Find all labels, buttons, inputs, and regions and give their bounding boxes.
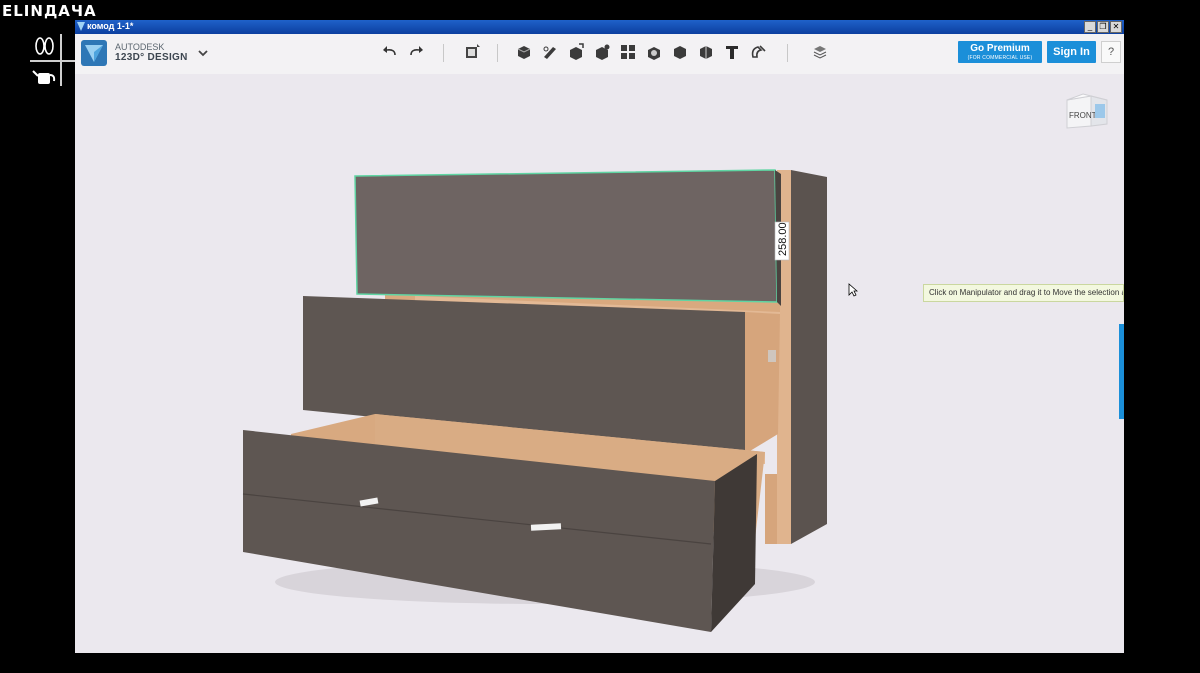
close-button[interactable]: ✕ xyxy=(1110,21,1122,33)
maximize-button[interactable]: ❐ xyxy=(1097,21,1109,33)
sketch-icon[interactable] xyxy=(541,43,559,61)
viewcube-side-face[interactable] xyxy=(1095,104,1105,118)
undo-icon[interactable] xyxy=(381,43,399,61)
chevron-down-icon[interactable] xyxy=(197,48,209,58)
app-window: комод 1-1* _ ❐ ✕ AUTODESK 123D° DESIGN G… xyxy=(75,20,1124,653)
construct-icon[interactable] xyxy=(567,43,585,61)
go-premium-button[interactable]: Go Premium (FOR COMMERCIAL USE) xyxy=(958,41,1042,63)
app-logo-icon xyxy=(77,22,85,31)
redo-icon[interactable] xyxy=(407,43,425,61)
chest-back-edge xyxy=(765,474,777,544)
help-button[interactable]: ? xyxy=(1101,41,1121,63)
toolbar-separator xyxy=(497,44,498,62)
toolbar-separator xyxy=(787,44,788,62)
modify-icon[interactable] xyxy=(593,43,611,61)
transform-icon[interactable] xyxy=(463,43,481,61)
combine-icon[interactable] xyxy=(671,43,689,61)
grouping-icon[interactable] xyxy=(645,43,663,61)
text-icon[interactable] xyxy=(723,43,741,61)
model-scene[interactable]: 258.00 xyxy=(75,74,1124,653)
main-toolbar: AUTODESK 123D° DESIGN Go Premium (FOR CO… xyxy=(75,34,1124,74)
viewcube-front-label: FRONT xyxy=(1069,111,1097,120)
toolbar-separator xyxy=(443,44,444,62)
vendor-name: AUTODESK xyxy=(115,42,165,52)
watering-can-icon xyxy=(32,70,56,84)
go-premium-label: Go Premium xyxy=(970,43,1030,54)
viewcube[interactable]: FRONT xyxy=(1063,88,1111,132)
go-premium-sublabel: (FOR COMMERCIAL USE) xyxy=(967,55,1033,61)
side-panel-toggle[interactable] xyxy=(1119,324,1124,419)
flip-flops-icon xyxy=(35,37,54,55)
material-icon[interactable] xyxy=(811,43,829,61)
dimension-indicator[interactable]: 258.00 xyxy=(774,221,790,261)
dimension-value: 258.00 xyxy=(777,222,789,256)
product-name: 123D° DESIGN xyxy=(115,52,188,63)
manipulator-tooltip: Click on Manipulator and drag it to Move… xyxy=(923,284,1124,302)
measure-icon[interactable] xyxy=(697,43,715,61)
sign-in-button[interactable]: Sign In xyxy=(1047,41,1096,63)
mouse-cursor-icon xyxy=(848,283,858,297)
3d-viewport[interactable]: 258.00 FRONT Click on Manipulator and dr… xyxy=(75,74,1124,653)
window-controls: _ ❐ ✕ xyxy=(1084,21,1122,33)
pattern-icon[interactable] xyxy=(619,43,637,61)
top-drawer-front[interactable] xyxy=(354,169,781,306)
minimize-button[interactable]: _ xyxy=(1084,21,1096,33)
snap-icon[interactable] xyxy=(749,43,767,61)
app-logo-icon[interactable] xyxy=(81,40,107,66)
primitives-icon[interactable] xyxy=(515,43,533,61)
window-title: комод 1-1* xyxy=(87,21,134,31)
title-bar: комод 1-1* _ ❐ ✕ xyxy=(75,20,1124,34)
channel-watermark: ELINДАЧА xyxy=(2,2,97,20)
